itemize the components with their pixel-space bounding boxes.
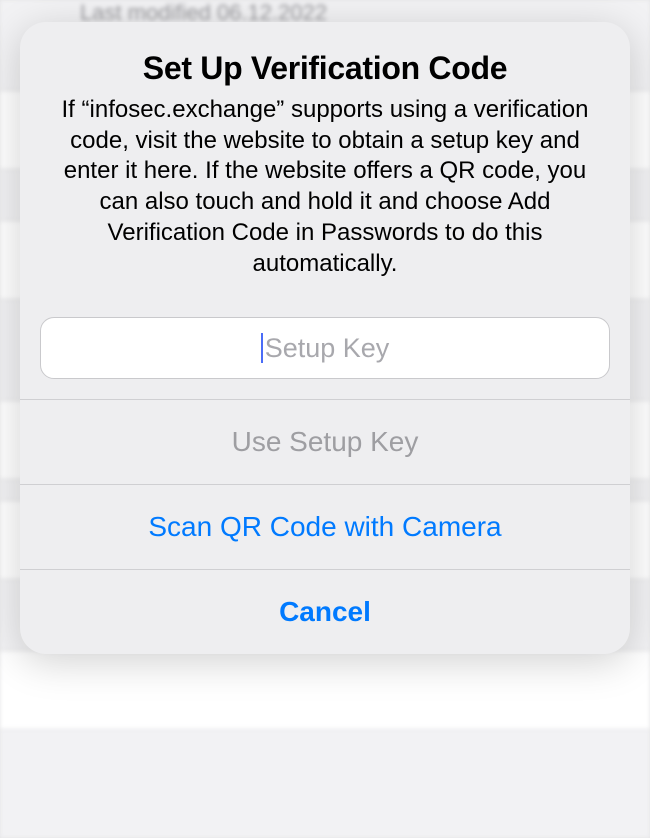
setup-key-placeholder: Setup Key: [265, 333, 390, 364]
scan-qr-button[interactable]: Scan QR Code with Camera: [20, 484, 630, 569]
alert-dialog: Set Up Verification Code If “infosec.exc…: [20, 22, 630, 654]
setup-key-input[interactable]: Setup Key: [40, 317, 610, 379]
input-container: Setup Key: [20, 299, 630, 399]
cancel-button[interactable]: Cancel: [20, 569, 630, 654]
alert-header: Set Up Verification Code If “infosec.exc…: [20, 22, 630, 299]
text-cursor: [261, 333, 263, 363]
alert-title: Set Up Verification Code: [44, 50, 606, 87]
use-setup-key-button[interactable]: Use Setup Key: [20, 399, 630, 484]
alert-message: If “infosec.exchange” supports using a v…: [44, 95, 606, 279]
backdrop-row: [0, 650, 650, 730]
alert-actions: Use Setup Key Scan QR Code with Camera C…: [20, 399, 630, 654]
